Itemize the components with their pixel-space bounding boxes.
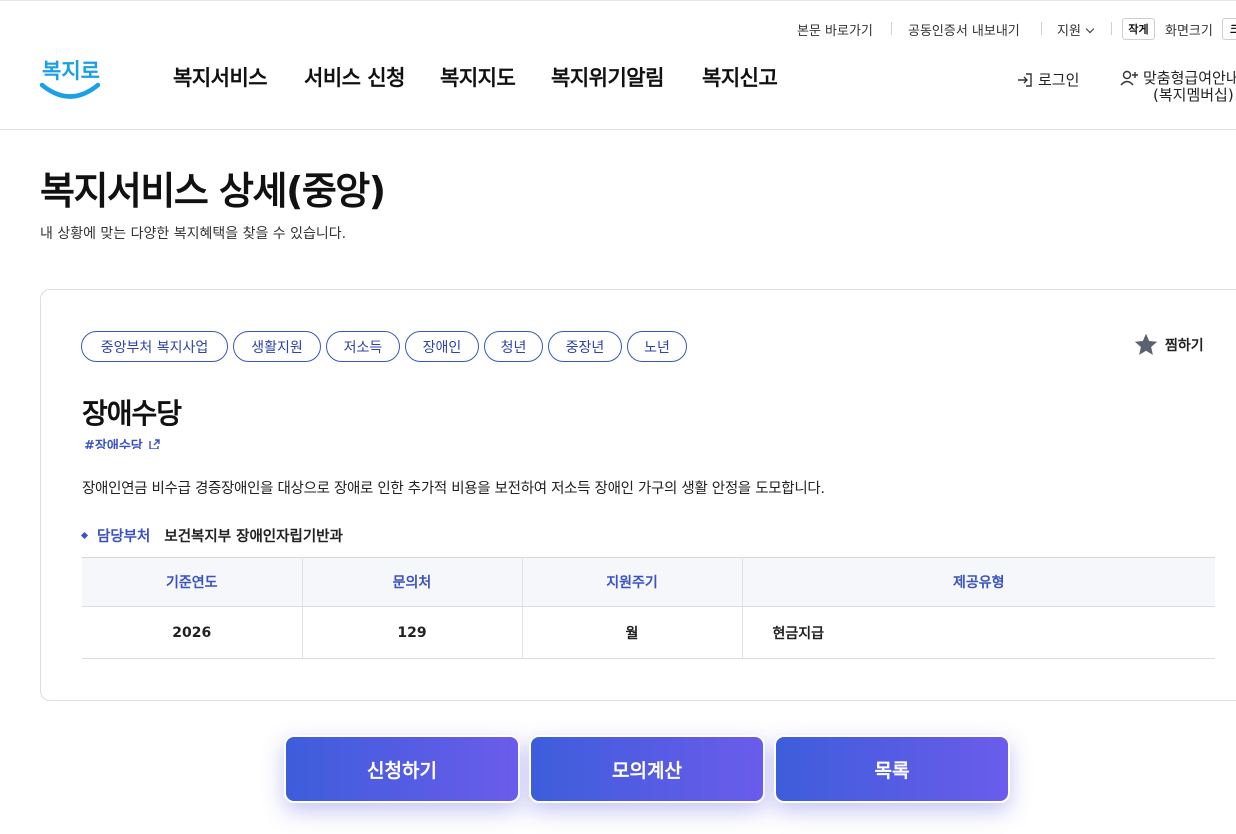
support-label: 지원 bbox=[1057, 24, 1081, 39]
screen-size-label: 화면크기 bbox=[1165, 24, 1213, 39]
support-menu[interactable]: 지원 bbox=[1057, 20, 1095, 39]
external-link-icon bbox=[149, 439, 160, 449]
favorite-button[interactable]: 찜하기 bbox=[1133, 332, 1204, 357]
add-user-icon bbox=[1120, 70, 1138, 86]
tag-elderly[interactable]: 노년 bbox=[627, 331, 687, 362]
nav-welfare-map[interactable]: 복지지도 bbox=[440, 62, 516, 92]
service-description: 장애인연금 비수급 경증장애인을 대상으로 장애로 인한 추가적 비용을 보전하… bbox=[82, 481, 825, 497]
font-small-button[interactable]: 작게 bbox=[1122, 18, 1155, 40]
table-row: 2026 129 월 현금지급 bbox=[82, 606, 1215, 659]
nav-service-apply[interactable]: 서비스 신청 bbox=[304, 62, 405, 92]
skip-to-content-link[interactable]: 본문 바로가기 bbox=[797, 20, 873, 39]
cert-export-link[interactable]: 공동인증서 내보내기 bbox=[908, 20, 1020, 39]
page-title: 복지서비스 상세(중앙) bbox=[40, 169, 386, 213]
font-large-button[interactable]: 크 bbox=[1222, 18, 1236, 40]
tag-youth[interactable]: 청년 bbox=[484, 331, 543, 362]
tag-low-income[interactable]: 저소득 bbox=[326, 331, 400, 362]
header-divider bbox=[0, 129, 1236, 130]
header-base-year: 기준연도 bbox=[82, 557, 303, 607]
cell-contact: 129 bbox=[302, 606, 523, 659]
header-contact: 문의처 bbox=[302, 557, 523, 607]
service-info-table: 기준연도 문의처 지원주기 제공유형 2026 129 월 현금지급 bbox=[82, 557, 1215, 659]
service-hashtag-link[interactable]: #장애수당 bbox=[84, 435, 160, 449]
tag-living-support[interactable]: 생활지원 bbox=[233, 331, 321, 362]
department-label: 담당부처 bbox=[97, 529, 151, 545]
cell-base-year: 2026 bbox=[82, 606, 303, 659]
tag-central-ministry[interactable]: 중앙부처 복지사업 bbox=[81, 331, 228, 362]
simulate-button[interactable]: 모의계산 bbox=[529, 735, 765, 803]
star-icon bbox=[1134, 333, 1158, 355]
membership-link[interactable]: 맞춤형급여안내 (복지멤버십) bbox=[1120, 69, 1236, 104]
bokjiro-logo[interactable]: 복지로 bbox=[39, 52, 101, 102]
bullet-icon bbox=[80, 531, 89, 540]
nav-welfare-crisis-alert[interactable]: 복지위기알림 bbox=[551, 62, 664, 92]
header-provision-type: 제공유형 bbox=[742, 557, 1215, 607]
list-button[interactable]: 목록 bbox=[774, 735, 1010, 803]
nav-welfare-service[interactable]: 복지서비스 bbox=[173, 62, 268, 92]
favorite-label: 찜하기 bbox=[1165, 337, 1204, 354]
login-label: 로그인 bbox=[1038, 71, 1080, 89]
divider bbox=[1111, 22, 1112, 35]
nav-welfare-report[interactable]: 복지신고 bbox=[702, 62, 778, 92]
header-support-cycle: 지원주기 bbox=[522, 557, 743, 607]
membership-label-line1: 맞춤형급여안내 bbox=[1143, 68, 1236, 87]
logo-text: 복지로 bbox=[42, 59, 100, 83]
utility-bar: 본문 바로가기 공동인증서 내보내기 지원 작게 화면크기 크 bbox=[0, 0, 1236, 56]
apply-button[interactable]: 신청하기 bbox=[284, 735, 520, 803]
hashtag-label: #장애수당 bbox=[84, 439, 143, 449]
department-value: 보건복지부 장애인자립기반과 bbox=[164, 529, 343, 545]
login-icon bbox=[1018, 72, 1032, 87]
divider bbox=[1041, 22, 1042, 35]
page-description: 내 상황에 맞는 다양한 복지혜택을 찾을 수 있습니다. bbox=[40, 226, 347, 242]
cell-support-cycle: 월 bbox=[522, 606, 743, 659]
divider bbox=[891, 22, 892, 35]
table-header-row: 기준연도 문의처 지원주기 제공유형 bbox=[82, 557, 1215, 607]
tag-disabled[interactable]: 장애인 bbox=[405, 331, 479, 362]
membership-label-line2: (복지멤버십) bbox=[1153, 86, 1234, 104]
tag-middle-age[interactable]: 중장년 bbox=[548, 331, 622, 362]
chevron-down-icon bbox=[1085, 24, 1095, 34]
cell-provision-type: 현금지급 bbox=[742, 606, 1215, 659]
department-row: 담당부처 보건복지부 장애인자립기반과 bbox=[80, 525, 343, 546]
service-title: 장애수당 bbox=[82, 397, 182, 430]
logo-icon: 복지로 bbox=[39, 59, 101, 99]
login-link[interactable]: 로그인 bbox=[1016, 69, 1079, 90]
